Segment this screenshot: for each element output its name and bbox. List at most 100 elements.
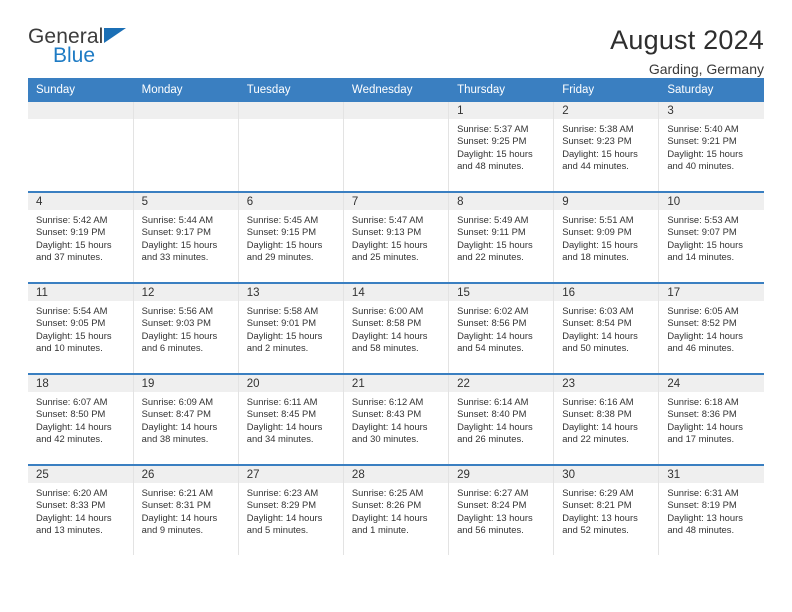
weekday-header-sunday: Sunday: [28, 78, 134, 102]
day-details: Sunrise: 6:00 AM Sunset: 8:58 PM Daylight:…: [344, 301, 448, 355]
sunset-text: Sunset: 9:03 PM: [141, 317, 211, 329]
day-details: Sunrise: 5:53 AM Sunset: 9:07 PM Daylight:…: [659, 210, 764, 264]
calendar-day-cell[interactable]: 15 Sunrise: 6:02 AM Sunset: 8:56 PM Dayligh…: [448, 282, 555, 374]
daylight-text: Daylight: 14 hours and 38 minutes.: [141, 420, 218, 445]
sunrise-text: Sunrise: 5:45 AM: [246, 214, 319, 225]
calendar-day-cell[interactable]: 11 Sunrise: 5:54 AM Sunset: 9:05 PM Dayligh…: [28, 282, 134, 374]
calendar-day-cell[interactable]: 7 Sunrise: 5:47 AM Sunset: 9:13 PM Daylight…: [343, 191, 450, 283]
day-number: 18: [28, 375, 133, 392]
sunset-text: Sunset: 9:09 PM: [562, 226, 632, 238]
day-details: Sunrise: 6:02 AM Sunset: 8:56 PM Daylight:…: [449, 301, 553, 355]
day-details: Sunrise: 6:09 AM Sunset: 8:47 PM Daylight:…: [134, 392, 238, 446]
calendar-head: Sunday Monday Tuesday Wednesday Thursday Frid…: [28, 78, 764, 102]
sunrise-text: Sunrise: 5:49 AM: [457, 214, 529, 225]
day-details: Sunrise: 5:51 AM Sunset: 9:09 PM Daylight:…: [554, 210, 658, 264]
sunrise-text: Sunrise: 5:56 AM: [141, 305, 214, 316]
calendar-week-row: 11 Sunrise: 5:54 AM Sunset: 9:05 PM Dayligh…: [28, 282, 764, 374]
daylight-text: Daylight: 15 hours and 2 minutes.: [246, 329, 323, 354]
sunrise-text: Sunrise: 5:37 AM: [457, 123, 529, 134]
sunset-text: Sunset: 8:43 PM: [351, 408, 422, 420]
calendar-day-cell[interactable]: 27 Sunrise: 6:23 AM Sunset: 8:29 PM Dayligh…: [238, 464, 344, 555]
calendar-day-cell[interactable]: 2 Sunrise: 5:38 AM Sunset: 9:23 PM Daylight…: [553, 102, 660, 192]
calendar-day-cell[interactable]: 26 Sunrise: 6:21 AM Sunset: 8:31 PM Dayligh…: [133, 464, 239, 555]
day-details: Sunrise: 6:05 AM Sunset: 8:52 PM Daylight:…: [659, 301, 764, 355]
calendar-day-cell[interactable]: 13 Sunrise: 5:58 AM Sunset: 9:01 PM Dayligh…: [238, 282, 344, 374]
sunset-text: Sunset: 8:33 PM: [36, 499, 106, 511]
calendar-day-cell[interactable]: 23 Sunrise: 6:16 AM Sunset: 8:38 PM Dayligh…: [553, 373, 660, 465]
sunrise-text: Sunrise: 5:51 AM: [562, 214, 634, 225]
calendar-day-cell[interactable]: 22 Sunrise: 6:14 AM Sunset: 8:40 PM Dayligh…: [448, 373, 555, 465]
sunrise-text: Sunrise: 6:12 AM: [351, 396, 424, 407]
day-number: 23: [554, 375, 659, 392]
calendar-day-cell[interactable]: 10 Sunrise: 5:53 AM Sunset: 9:07 PM Dayligh…: [658, 191, 764, 283]
day-details: Sunrise: 6:25 AM Sunset: 8:26 PM Daylight:…: [344, 483, 448, 537]
calendar-day-cell[interactable]: 3 Sunrise: 5:40 AM Sunset: 9:21 PM Daylight…: [658, 102, 764, 192]
day-details: Sunrise: 6:27 AM Sunset: 8:24 PM Daylight:…: [449, 483, 553, 537]
calendar-day-cell[interactable]: 30 Sunrise: 6:29 AM Sunset: 8:21 PM Dayligh…: [553, 464, 660, 555]
calendar-body: 1 Sunrise: 5:37 AM Sunset: 9:25 PM Daylight…: [28, 102, 764, 555]
sunset-text: Sunset: 8:56 PM: [457, 317, 527, 329]
daylight-text: Daylight: 15 hours and 6 minutes.: [141, 329, 218, 354]
calendar-cell-empty: [133, 102, 239, 192]
calendar-day-cell[interactable]: 24 Sunrise: 6:18 AM Sunset: 8:36 PM Dayligh…: [658, 373, 764, 465]
daylight-text: Daylight: 14 hours and 17 minutes.: [667, 420, 743, 445]
day-number: [28, 102, 133, 119]
calendar-day-cell[interactable]: 12 Sunrise: 5:56 AM Sunset: 9:03 PM Dayligh…: [133, 282, 239, 374]
day-number: 13: [238, 284, 343, 301]
day-number: 17: [659, 284, 764, 301]
sunrise-text: Sunrise: 6:07 AM: [36, 396, 108, 407]
day-details: Sunrise: 5:58 AM Sunset: 9:01 PM Daylight:…: [239, 301, 343, 355]
calendar-day-cell[interactable]: 5 Sunrise: 5:44 AM Sunset: 9:17 PM Daylight…: [133, 191, 239, 283]
sunset-text: Sunset: 8:19 PM: [667, 499, 737, 511]
day-number: 8: [449, 193, 554, 210]
day-details: Sunrise: 6:21 AM Sunset: 8:31 PM Daylight:…: [134, 483, 238, 537]
calendar-cell-empty: [28, 102, 134, 192]
sunrise-text: Sunrise: 5:42 AM: [36, 214, 108, 225]
calendar-day-cell[interactable]: 14 Sunrise: 6:00 AM Sunset: 8:58 PM Dayligh…: [343, 282, 450, 374]
sunset-text: Sunset: 9:23 PM: [562, 135, 632, 147]
calendar-day-cell[interactable]: 25 Sunrise: 6:20 AM Sunset: 8:33 PM Dayligh…: [28, 464, 134, 555]
calendar-day-cell[interactable]: 18 Sunrise: 6:07 AM Sunset: 8:50 PM Dayligh…: [28, 373, 134, 465]
calendar-day-cell[interactable]: 29 Sunrise: 6:27 AM Sunset: 8:24 PM Dayligh…: [448, 464, 555, 555]
daylight-text: Daylight: 15 hours and 25 minutes.: [351, 238, 428, 263]
weekday-header-row: Sunday Monday Tuesday Wednesday Thursday Frid…: [28, 78, 764, 102]
day-number: 4: [28, 193, 133, 210]
calendar-day-cell[interactable]: 6 Sunrise: 5:45 AM Sunset: 9:15 PM Daylight…: [238, 191, 344, 283]
sunset-text: Sunset: 8:58 PM: [351, 317, 422, 329]
sunset-text: Sunset: 8:47 PM: [141, 408, 211, 420]
day-number: 30: [554, 466, 659, 483]
calendar-day-cell[interactable]: 16 Sunrise: 6:03 AM Sunset: 8:54 PM Dayligh…: [553, 282, 660, 374]
calendar-day-cell[interactable]: 8 Sunrise: 5:49 AM Sunset: 9:11 PM Daylight…: [448, 191, 555, 283]
calendar-day-cell[interactable]: 31 Sunrise: 6:31 AM Sunset: 8:19 PM Dayligh…: [658, 464, 764, 555]
day-details: Sunrise: 6:18 AM Sunset: 8:36 PM Daylight:…: [659, 392, 764, 446]
sunrise-text: Sunrise: 6:09 AM: [141, 396, 214, 407]
sunset-text: Sunset: 9:13 PM: [351, 226, 422, 238]
day-details: Sunrise: 6:07 AM Sunset: 8:50 PM Daylight:…: [28, 392, 133, 446]
calendar-day-cell[interactable]: 19 Sunrise: 6:09 AM Sunset: 8:47 PM Dayligh…: [133, 373, 239, 465]
calendar-cell-empty: [238, 102, 344, 192]
general-blue-logo[interactable]: General Blue: [28, 26, 148, 66]
day-details: Sunrise: 6:20 AM Sunset: 8:33 PM Daylight:…: [28, 483, 133, 537]
calendar-day-cell[interactable]: 1 Sunrise: 5:37 AM Sunset: 9:25 PM Daylight…: [448, 102, 555, 192]
day-number: 27: [238, 466, 343, 483]
sunset-text: Sunset: 8:50 PM: [36, 408, 106, 420]
calendar-day-cell[interactable]: 21 Sunrise: 6:12 AM Sunset: 8:43 PM Dayligh…: [343, 373, 450, 465]
day-number: 3: [659, 102, 764, 119]
calendar-day-cell[interactable]: 9 Sunrise: 5:51 AM Sunset: 9:09 PM Daylight…: [553, 191, 660, 283]
day-details: Sunrise: 6:03 AM Sunset: 8:54 PM Daylight:…: [554, 301, 658, 355]
calendar-day-cell[interactable]: 17 Sunrise: 6:05 AM Sunset: 8:52 PM Dayligh…: [658, 282, 764, 374]
sunset-text: Sunset: 8:24 PM: [457, 499, 527, 511]
calendar-week-row: 18 Sunrise: 6:07 AM Sunset: 8:50 PM Dayligh…: [28, 373, 764, 465]
day-number: 29: [449, 466, 554, 483]
calendar-day-cell[interactable]: 20 Sunrise: 6:11 AM Sunset: 8:45 PM Dayligh…: [238, 373, 344, 465]
day-number: 20: [238, 375, 343, 392]
sunrise-text: Sunrise: 6:27 AM: [457, 487, 529, 498]
daylight-text: Daylight: 15 hours and 14 minutes.: [667, 238, 743, 263]
calendar-day-cell[interactable]: 28 Sunrise: 6:25 AM Sunset: 8:26 PM Dayligh…: [343, 464, 450, 555]
sunrise-text: Sunrise: 6:20 AM: [36, 487, 108, 498]
day-number: 7: [343, 193, 449, 210]
daylight-text: Daylight: 14 hours and 46 minutes.: [667, 329, 743, 354]
weekday-header-tuesday: Tuesday: [238, 78, 344, 102]
day-details: Sunrise: 6:31 AM Sunset: 8:19 PM Daylight:…: [659, 483, 764, 537]
calendar-day-cell[interactable]: 4 Sunrise: 5:42 AM Sunset: 9:19 PM Daylight…: [28, 191, 134, 283]
